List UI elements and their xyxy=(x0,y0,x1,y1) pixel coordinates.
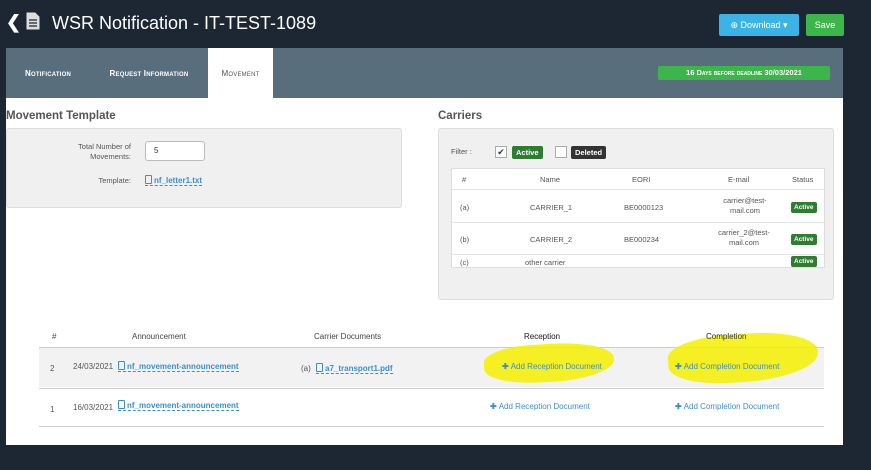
tab-notification[interactable]: Notification xyxy=(6,48,90,98)
status-badge: Active xyxy=(791,202,817,213)
movement-col-index: # xyxy=(52,332,57,341)
carriers-title: Carriers xyxy=(438,110,483,122)
col-name: Name xyxy=(540,175,561,184)
plus-icon: ✚ xyxy=(502,362,509,371)
movement-col-reception: Reception xyxy=(524,332,561,341)
filter-label: Filter : xyxy=(451,147,472,156)
status-badge: Active xyxy=(791,234,817,245)
col-email: E-mail xyxy=(728,175,750,184)
active-checkbox[interactable]: ✔ xyxy=(495,146,507,158)
carrier-email-domain: mail.com xyxy=(729,206,760,215)
row-index: (b) xyxy=(460,235,470,244)
add-reception-link[interactable]: ✚ Add Reception Document xyxy=(502,362,602,371)
col-eori: EORI xyxy=(632,175,651,184)
pdf-icon xyxy=(316,363,323,372)
deleted-filter-badge: Deleted xyxy=(571,146,607,159)
carrier-name: other carrier xyxy=(525,258,566,267)
file-icon xyxy=(118,361,125,370)
movement-number: 2 xyxy=(50,364,55,373)
carrier-eori: BE0000123 xyxy=(624,203,664,212)
download-button[interactable]: ⊕ Download ▾ xyxy=(719,14,799,36)
carriers-table-header: # Name EORI E-mail Status xyxy=(452,175,824,187)
table-row[interactable]: (c) other carrier Active xyxy=(452,254,824,268)
carrier-email-domain: mail.com xyxy=(728,238,759,247)
carriers-table: # Name EORI E-mail Status (a) CARRIER_1 … xyxy=(451,168,825,268)
plus-icon: ✚ xyxy=(675,402,682,411)
col-status: Status xyxy=(792,175,814,184)
tab-bar: Notification Request Information Movemen… xyxy=(6,48,843,98)
template-file-link[interactable]: nf_letter1.txt xyxy=(145,175,203,186)
tab-request-information[interactable]: Request Information xyxy=(90,48,208,98)
save-button[interactable]: Save xyxy=(806,14,844,36)
plus-icon: ✚ xyxy=(490,402,497,411)
carrier-name: CARRIER_1 xyxy=(530,203,573,212)
deadline-badge: 16 Days before deadline 30/03/2021 xyxy=(658,66,830,80)
plus-icon: ✚ xyxy=(675,362,682,371)
main-content: Movement Template Total Number of Moveme… xyxy=(6,98,843,445)
movement-col-completion: Completion xyxy=(706,332,747,341)
announcement-file-link[interactable]: nf_movement-announcement xyxy=(118,400,239,411)
deleted-checkbox[interactable] xyxy=(555,146,567,158)
document-icon xyxy=(26,12,40,30)
carrier-eori: BE000234 xyxy=(624,235,660,244)
row-index: (c) xyxy=(460,258,469,267)
template-label: Template: xyxy=(98,176,131,185)
carrier-prefix: (a) xyxy=(301,364,311,373)
carriers-panel: Filter : ✔ Active Deleted # Name EORI E-… xyxy=(438,128,834,300)
movement-date: 16/03/2021 xyxy=(73,403,114,412)
movement-number: 1 xyxy=(50,405,55,414)
movement-date: 24/03/2021 xyxy=(73,362,114,371)
table-row[interactable]: (b) CARRIER_2 BE000234 carrier_2@test- m… xyxy=(452,222,824,253)
movement-col-announcement: Announcement xyxy=(132,332,186,341)
movement-col-carrier-documents: Carrier Documents xyxy=(314,332,382,341)
add-completion-link[interactable]: ✚ Add Completion Document xyxy=(675,402,779,411)
movement-template-title: Movement Template xyxy=(6,110,116,122)
status-badge: Active xyxy=(791,256,817,267)
add-reception-link[interactable]: ✚ Add Reception Document xyxy=(490,402,590,411)
active-filter-badge: Active xyxy=(512,146,543,159)
carrier-email: carrier_2@test- xyxy=(718,228,770,237)
back-chevron-icon[interactable]: ❮ xyxy=(6,12,21,33)
top-header: ❮ WSR Notification - IT-TEST-1089 ⊕ Down… xyxy=(0,0,871,48)
movement-template-panel: Total Number of Movements: 5 Template: n… xyxy=(6,128,402,208)
file-icon xyxy=(118,400,125,409)
row-index: (a) xyxy=(460,203,470,212)
col-index: # xyxy=(462,175,467,184)
page-title: WSR Notification - IT-TEST-1089 xyxy=(52,13,317,33)
total-movements-label: Total Number of Movements: xyxy=(78,142,131,161)
tab-movement[interactable]: Movement xyxy=(208,48,273,98)
carrier-document-link[interactable]: a7_transport1.pdf xyxy=(316,363,393,374)
add-completion-link[interactable]: ✚ Add Completion Document xyxy=(675,362,779,371)
file-icon xyxy=(145,175,152,184)
announcement-file-link[interactable]: nf_movement-announcement xyxy=(118,361,239,372)
carrier-email: carrier@test- xyxy=(723,196,767,205)
table-row[interactable]: (a) CARRIER_1 BE0000123 carrier@test- ma… xyxy=(452,189,824,221)
carrier-name: CARRIER_2 xyxy=(530,235,573,244)
total-movements-input[interactable]: 5 xyxy=(145,141,205,161)
